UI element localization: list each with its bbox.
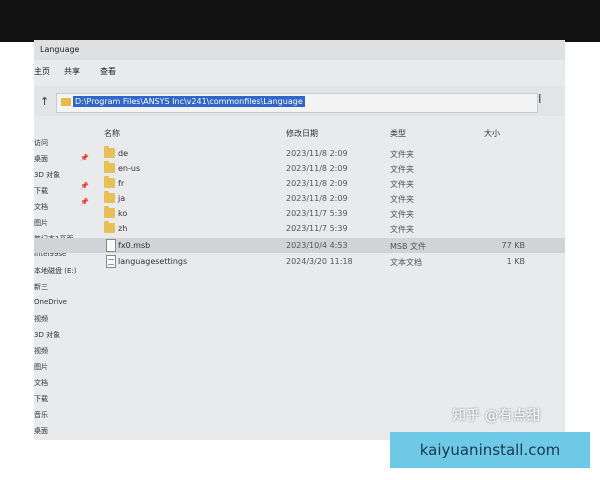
nav-item[interactable]: 桌面 (34, 426, 48, 436)
file-name: zh (118, 224, 128, 233)
ribbon-tab-home[interactable]: 主页 (34, 66, 50, 77)
file-type: 文件夹 (390, 195, 414, 204)
file-name: ko (118, 209, 128, 218)
file-row-de[interactable]: de 2023/11/8 2:09 文件夹 (34, 146, 565, 161)
address-path[interactable]: D:\Program Files\ANSYS Inc\v241\commonfi… (73, 96, 305, 107)
nav-item[interactable]: 新三 (34, 282, 48, 292)
file-row-fx0-msb[interactable]: fx0.msb 2023/10/4 4:53 MSB 文件 77 KB (34, 238, 565, 253)
file-row-ja[interactable]: ja 2023/11/8 2:09 文件夹 (34, 191, 565, 206)
file-name: fr (118, 179, 125, 188)
file-row-fr[interactable]: fr 2023/11/8 2:09 文件夹 (34, 176, 565, 191)
file-icon (106, 239, 116, 252)
column-header-name[interactable]: 名称 (104, 128, 120, 139)
file-row-ko[interactable]: ko 2023/11/7 5:39 文件夹 (34, 206, 565, 221)
file-date: 2023/10/4 4:53 (286, 241, 348, 250)
file-type: 文本文档 (390, 258, 422, 267)
window-title: Language (40, 45, 80, 54)
text-cursor-icon: Ι (538, 92, 542, 106)
folder-icon (104, 161, 115, 173)
folder-icon (104, 221, 115, 233)
site-badge: kaiyuaninstall.com (390, 432, 590, 468)
file-date: 2023/11/8 2:09 (286, 164, 348, 173)
nav-item[interactable]: 音乐 (34, 410, 48, 420)
nav-item[interactable]: 文档 (34, 378, 48, 388)
site-badge-text: kaiyuaninstall.com (419, 441, 561, 459)
file-name: en-us (118, 164, 141, 173)
file-type: 文件夹 (390, 150, 414, 159)
file-type: 文件夹 (390, 165, 414, 174)
ribbon-tab-share[interactable]: 共享 (64, 66, 80, 77)
zhihu-watermark: 知乎 @有点甜 (452, 408, 541, 424)
folder-icon (104, 176, 115, 188)
nav-item[interactable]: OneDrive (34, 298, 67, 306)
file-date: 2023/11/7 5:39 (286, 224, 348, 233)
column-header-modified[interactable]: 修改日期 (286, 128, 318, 139)
nav-item[interactable]: 图片 (34, 362, 48, 372)
address-bar[interactable]: D:\Program Files\ANSYS Inc\v241\commonfi… (56, 93, 538, 113)
file-name: languagesettings (118, 257, 188, 266)
folder-icon (104, 206, 115, 218)
file-date: 2023/11/8 2:09 (286, 194, 348, 203)
file-type: 文件夹 (390, 210, 414, 219)
file-date: 2023/11/7 5:39 (286, 209, 348, 218)
file-row-languagesettings[interactable]: languagesettings 2024/3/20 11:18 文本文档 1 … (34, 254, 565, 269)
ribbon: 主页 共享 查看 (34, 60, 565, 82)
file-date: 2023/11/8 2:09 (286, 179, 348, 188)
ribbon-tab-view[interactable]: 查看 (100, 66, 116, 77)
nav-item[interactable]: 视频 (34, 314, 48, 324)
title-bar: Language (34, 40, 565, 60)
file-explorer-window: Language 主页 共享 查看 ↑ D:\Program Files\ANS… (34, 40, 565, 440)
folder-icon (104, 191, 115, 203)
monitor-bezel-top (0, 0, 600, 42)
nav-item[interactable]: 视频 (34, 346, 48, 356)
file-name: ja (118, 194, 126, 203)
file-size: 77 KB (501, 241, 525, 250)
text-file-icon (106, 255, 116, 268)
file-type: MSB 文件 (390, 242, 427, 251)
folder-icon (104, 146, 115, 158)
nav-item[interactable]: 3D 对象 (34, 330, 60, 340)
nav-item[interactable]: 下载 (34, 394, 48, 404)
file-row-zh[interactable]: zh 2023/11/7 5:39 文件夹 (34, 221, 565, 236)
address-row: ↑ D:\Program Files\ANSYS Inc\v241\common… (34, 86, 565, 116)
column-header-size[interactable]: 大小 (484, 128, 500, 139)
file-date: 2024/3/20 11:18 (286, 257, 353, 266)
file-size: 1 KB (506, 257, 525, 266)
file-date: 2023/11/8 2:09 (286, 149, 348, 158)
file-type: 文件夹 (390, 180, 414, 189)
folder-icon (61, 98, 71, 106)
file-name: fx0.msb (118, 241, 151, 250)
file-name: de (118, 149, 128, 158)
file-row-en-us[interactable]: en-us 2023/11/8 2:09 文件夹 (34, 161, 565, 176)
up-arrow-icon[interactable]: ↑ (40, 95, 49, 108)
file-type: 文件夹 (390, 225, 414, 234)
column-header-type[interactable]: 类型 (390, 128, 406, 139)
